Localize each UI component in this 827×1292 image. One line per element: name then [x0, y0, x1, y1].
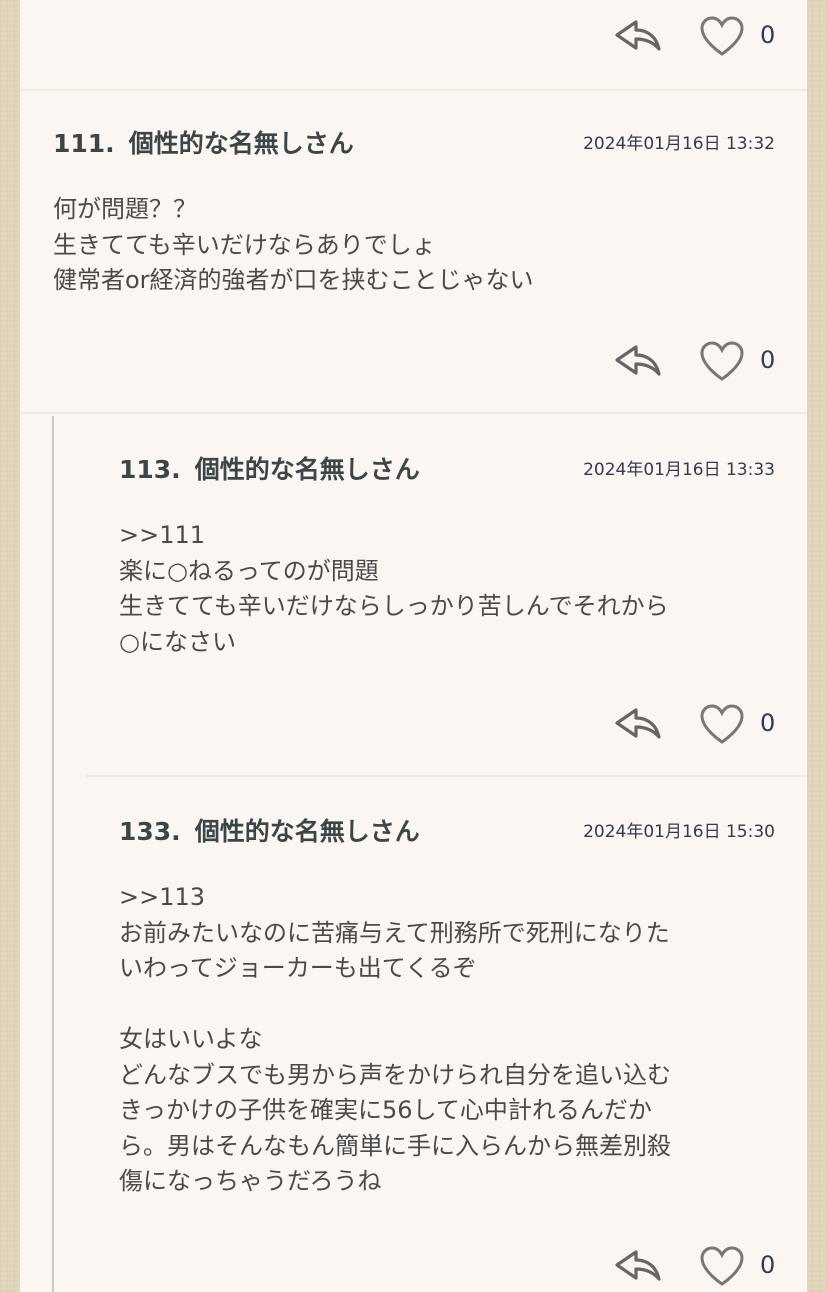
comment-header: 111. 個性的な名無しさん 2024年01月16日 13:32 — [53, 124, 775, 164]
divider — [86, 775, 807, 777]
like-count: 0 — [760, 346, 776, 374]
comment-line: いわってジョーカーも出てくるぞ — [119, 954, 477, 982]
comment-line: 傷になっちゃうだろうね — [119, 1167, 382, 1195]
like-count: 0 — [760, 1251, 776, 1279]
like-button[interactable] — [697, 699, 747, 749]
comment-header: 133. 個性的な名無しさん 2024年01月16日 15:30 — [119, 812, 775, 852]
reply-button[interactable] — [612, 11, 662, 61]
comment-line: 生きてても辛いだけならありでしょ — [53, 230, 436, 259]
comment-line: 楽に○ねるってのが問題 — [119, 556, 379, 585]
comment-date: 2024年01月16日 13:33 — [583, 460, 775, 480]
reply-arrow-icon — [615, 1250, 661, 1281]
comment-111: 111. 個性的な名無しさん 2024年01月16日 13:32 何が問題？？ 生… — [53, 124, 775, 299]
comment-line: 何が問題？？ — [53, 195, 197, 223]
comment-body: >>113 お前みたいなのに苦痛与えて刑務所で死刑になりた いわってジョーカーも… — [119, 880, 775, 1200]
comment-133: 133. 個性的な名無しさん 2024年01月16日 15:30 >>113 お前… — [119, 812, 775, 1200]
comment-line: ○になさい — [119, 627, 236, 656]
divider — [20, 89, 807, 91]
comment-number: 113. — [119, 455, 181, 484]
comment-date: 2024年01月16日 13:32 — [583, 134, 775, 154]
like-button[interactable] — [697, 336, 747, 386]
reply-button[interactable] — [612, 336, 662, 386]
comment-line[interactable]: >>113 — [119, 880, 775, 916]
author-name: 個性的な名無しさん — [128, 129, 354, 158]
comment-header: 113. 個性的な名無しさん 2024年01月16日 13:33 — [119, 450, 775, 490]
comment-133-actions: 0 — [612, 1241, 782, 1291]
comment-number: 111. — [53, 129, 115, 158]
comment-113-actions: 0 — [612, 699, 782, 749]
comment-line: お前みたいなのに苦痛与えて刑務所で死刑になりた — [119, 918, 670, 947]
reply-button[interactable] — [612, 1241, 662, 1291]
like-button[interactable] — [697, 11, 747, 61]
comment-line: どんなブスでも男から声をかけられ自分を追い込む — [119, 1060, 671, 1089]
comment-number: 133. — [119, 817, 181, 846]
reply-thread-line — [52, 416, 54, 1292]
comment-author: 113. 個性的な名無しさん — [119, 450, 420, 486]
like-count: 0 — [760, 709, 776, 737]
comment-date: 2024年01月16日 15:30 — [583, 822, 775, 842]
author-name: 個性的な名無しさん — [194, 817, 420, 846]
comment-line: ら。男はそんなもん簡単に手に入らんから無差別殺 — [119, 1131, 671, 1160]
comment-body: >>111 楽に○ねるってのが問題 生きてても辛いだけならしっかり苦しんでそれか… — [119, 518, 775, 660]
divider — [20, 412, 807, 414]
comment-line: 女はいいよな — [119, 1025, 263, 1053]
comment-body: 何が問題？？ 生きてても辛いだけならありでしょ 健常者or経済的強者が口を挟むこ… — [53, 192, 775, 299]
comment-line: 生きてても辛いだけならしっかり苦しんでそれから — [119, 592, 669, 620]
reply-arrow-icon — [615, 708, 661, 739]
comment-author: 133. 個性的な名無しさん — [119, 812, 420, 848]
reply-arrow-icon — [615, 345, 661, 376]
like-button[interactable] — [697, 1241, 747, 1291]
like-count: 0 — [760, 21, 776, 49]
comment-line[interactable]: >>111 — [119, 518, 775, 554]
comment-line: きっかけの子供を確実に56して心中計れるんだか — [119, 1096, 652, 1124]
comment-111-actions: 0 — [612, 336, 782, 386]
author-name: 個性的な名無しさん — [194, 455, 420, 484]
reply-arrow-icon — [615, 20, 661, 51]
comment-author: 111. 個性的な名無しさん — [53, 124, 354, 160]
reply-button[interactable] — [612, 699, 662, 749]
heart-outline-icon — [700, 704, 744, 744]
comment-line — [119, 987, 775, 1023]
heart-outline-icon — [700, 16, 744, 56]
comment-line: 健常者or経済的強者が口を挟むことじゃない — [53, 266, 534, 294]
comment-113: 113. 個性的な名無しさん 2024年01月16日 13:33 >>111 楽に… — [119, 450, 775, 660]
top-item-actions: 0 — [612, 11, 782, 61]
heart-outline-icon — [700, 341, 744, 381]
heart-outline-icon — [700, 1246, 744, 1286]
